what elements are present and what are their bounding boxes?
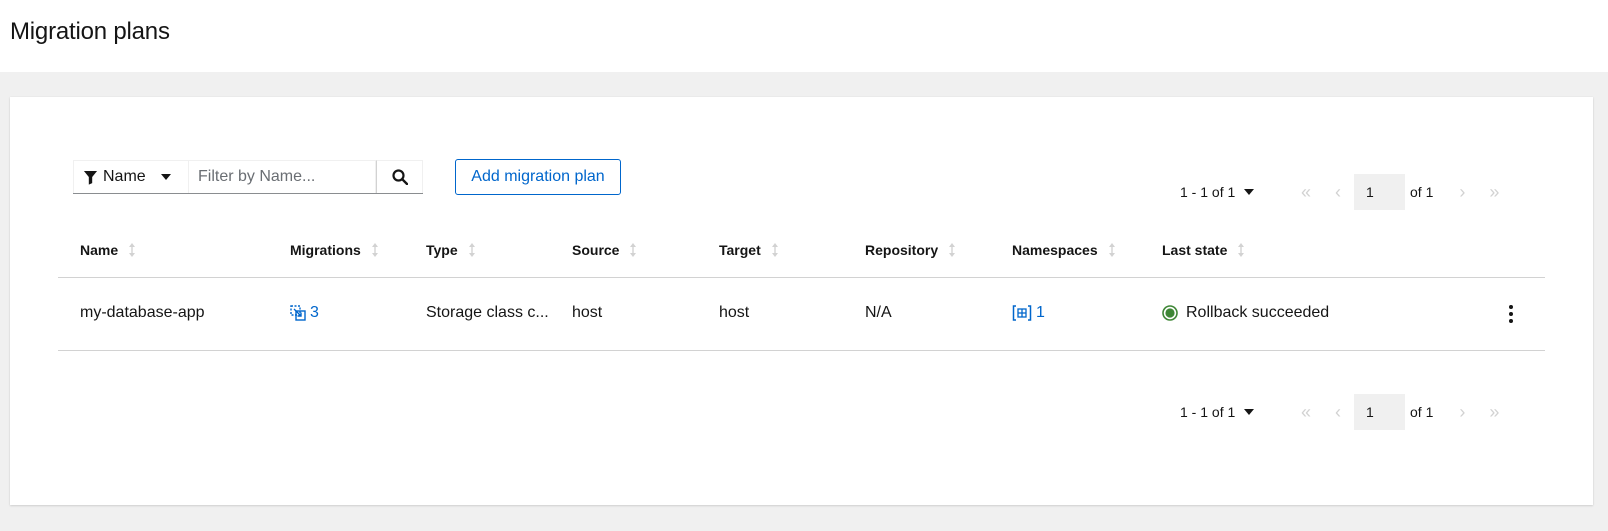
column-header-type[interactable]: Type bbox=[426, 242, 476, 258]
next-page-button[interactable]: › bbox=[1446, 174, 1478, 210]
caret-down-icon bbox=[1244, 409, 1255, 415]
column-header-name[interactable]: Name bbox=[80, 242, 136, 258]
pagination-toggle[interactable]: 1 - 1 of 1 bbox=[1180, 184, 1290, 200]
check-circle-icon bbox=[1162, 305, 1178, 321]
previous-page-button[interactable]: ‹ bbox=[1322, 394, 1354, 430]
page-count: of 1 bbox=[1410, 184, 1434, 200]
page-title: Migration plans bbox=[10, 18, 170, 45]
caret-down-icon bbox=[160, 174, 171, 180]
sort-icon bbox=[468, 243, 475, 257]
first-page-button[interactable]: « bbox=[1290, 394, 1322, 430]
previous-page-button[interactable]: ‹ bbox=[1322, 174, 1354, 210]
kebab-icon[interactable] bbox=[1501, 302, 1521, 326]
namespaces-count: 1 bbox=[1036, 304, 1045, 321]
table-header: Name Migrations Type Source Target Repos… bbox=[58, 224, 1545, 278]
plan-type: Storage class c... bbox=[426, 304, 549, 321]
last-page-button[interactable]: » bbox=[1478, 174, 1510, 210]
filter-attribute-dropdown[interactable]: Name bbox=[73, 160, 189, 193]
pagination-bottom: 1 - 1 of 1 « ‹ of 1 › » bbox=[1180, 394, 1510, 430]
column-header-migrations[interactable]: Migrations bbox=[290, 242, 379, 258]
column-header-source[interactable]: Source bbox=[572, 242, 637, 258]
sort-icon bbox=[129, 243, 136, 257]
plan-repository: N/A bbox=[865, 304, 892, 321]
migration-icon bbox=[290, 305, 306, 321]
page-header: Migration plans bbox=[0, 0, 1608, 72]
page-number-input[interactable] bbox=[1354, 174, 1405, 210]
pagination-top: 1 - 1 of 1 « ‹ of 1 › » bbox=[1180, 174, 1510, 210]
migrations-count: 3 bbox=[310, 304, 319, 321]
plan-source: host bbox=[572, 304, 603, 321]
last-state: Rollback succeeded bbox=[1162, 304, 1329, 322]
filter-icon bbox=[83, 170, 98, 185]
sort-icon bbox=[771, 243, 778, 257]
filter-group: Name bbox=[73, 160, 423, 194]
caret-down-icon bbox=[1244, 189, 1255, 195]
namespace-icon bbox=[1012, 305, 1032, 321]
filter-input[interactable] bbox=[189, 160, 376, 193]
migrations-link[interactable]: 3 bbox=[290, 304, 319, 322]
sort-icon bbox=[1238, 243, 1245, 257]
column-header-repository[interactable]: Repository bbox=[865, 242, 956, 258]
search-icon bbox=[391, 169, 408, 185]
column-header-namespaces[interactable]: Namespaces bbox=[1012, 242, 1116, 258]
namespaces-link[interactable]: 1 bbox=[1012, 304, 1045, 322]
sort-icon bbox=[630, 243, 637, 257]
page-count: of 1 bbox=[1410, 404, 1434, 420]
add-migration-plan-button[interactable]: Add migration plan bbox=[455, 159, 621, 195]
search-button[interactable] bbox=[376, 160, 423, 193]
pagination-range: 1 - 1 of 1 bbox=[1180, 404, 1236, 420]
page-number-input[interactable] bbox=[1354, 394, 1405, 430]
column-header-last-state[interactable]: Last state bbox=[1162, 242, 1245, 258]
filter-attribute-label: Name bbox=[103, 168, 146, 185]
last-state-label: Rollback succeeded bbox=[1186, 304, 1330, 321]
last-page-button[interactable]: » bbox=[1478, 394, 1510, 430]
sort-icon bbox=[1108, 243, 1115, 257]
sort-icon bbox=[371, 243, 378, 257]
plan-target: host bbox=[719, 304, 750, 321]
pagination-toggle[interactable]: 1 - 1 of 1 bbox=[1180, 404, 1290, 420]
first-page-button[interactable]: « bbox=[1290, 174, 1322, 210]
plans-card: Name Add migration plan 1 - 1 of 1 « ‹ o… bbox=[10, 97, 1593, 505]
next-page-button[interactable]: › bbox=[1446, 394, 1478, 430]
table-row: my-database-app 3 Storage class c... hos… bbox=[58, 278, 1545, 351]
plans-table: Name Migrations Type Source Target Repos… bbox=[58, 224, 1545, 351]
pagination-range: 1 - 1 of 1 bbox=[1180, 184, 1236, 200]
column-header-target[interactable]: Target bbox=[719, 242, 779, 258]
sort-icon bbox=[949, 243, 956, 257]
plan-name: my-database-app bbox=[80, 304, 205, 321]
